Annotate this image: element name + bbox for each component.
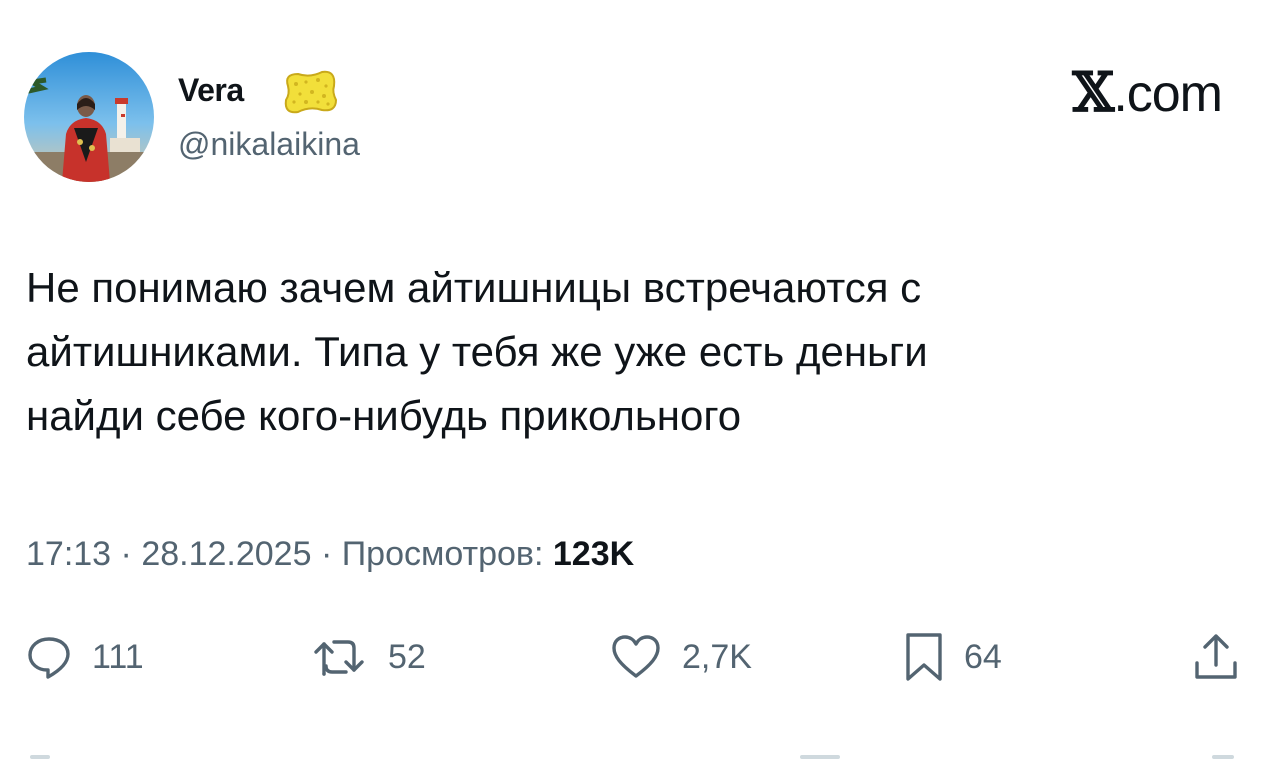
reply-button[interactable]: 111 [26, 622, 144, 692]
heart-icon [612, 635, 660, 678]
tweet-text-line: Не понимаю зачем айтишницы встречаются с [26, 264, 922, 311]
user-handle[interactable]: @nikalaikina [178, 124, 360, 164]
tweet-date[interactable]: 28.12.2025 [141, 535, 311, 573]
views-count: 123K [552, 535, 635, 573]
bookmark-icon [906, 633, 942, 681]
meta-separator: · [320, 535, 333, 573]
meta-separator: · [120, 535, 132, 573]
reply-count: 111 [92, 637, 144, 676]
views-label: Просмотров: [341, 535, 544, 573]
x-com-logo: 𝕏.com [1072, 60, 1223, 124]
share-button[interactable] [1192, 622, 1240, 692]
bookmark-button[interactable]: 64 [904, 622, 1002, 692]
like-button[interactable]: 2,7K [610, 622, 752, 692]
tweet-time[interactable]: 17:13 [26, 535, 111, 573]
avatar-photo [24, 52, 154, 182]
x-logo-icon: 𝕏 [1072, 60, 1114, 124]
action-bar: 111 52 2,7K 64 [0, 622, 1280, 692]
cropped-next-row [0, 749, 1280, 759]
display-name[interactable]: Vera [178, 70, 244, 110]
site-domain: .com [1113, 65, 1223, 123]
like-count: 2,7K [682, 637, 752, 676]
avatar[interactable] [24, 52, 154, 182]
tweet-text-line: айтишниками. Типа у тебя же уже есть ден… [26, 328, 928, 375]
tweet-text-line: найди себе кого-нибудь прикольного [26, 392, 742, 439]
sponge-icon [280, 66, 340, 118]
repost-button[interactable]: 52 [312, 622, 426, 692]
tweet-card: Vera @nikalaikina 𝕏.com Не понимаю зачем… [0, 0, 1280, 759]
bookmark-count: 64 [964, 637, 1002, 676]
tweet-meta: 17:13 · 28.12.2025 · Просмотров: 123K [26, 532, 634, 576]
repost-icon [314, 640, 364, 676]
tweet-text: Не понимаю зачем айтишницы встречаются с… [26, 256, 1206, 448]
repost-count: 52 [388, 637, 426, 676]
reply-icon [28, 637, 70, 679]
share-icon [1195, 634, 1237, 679]
